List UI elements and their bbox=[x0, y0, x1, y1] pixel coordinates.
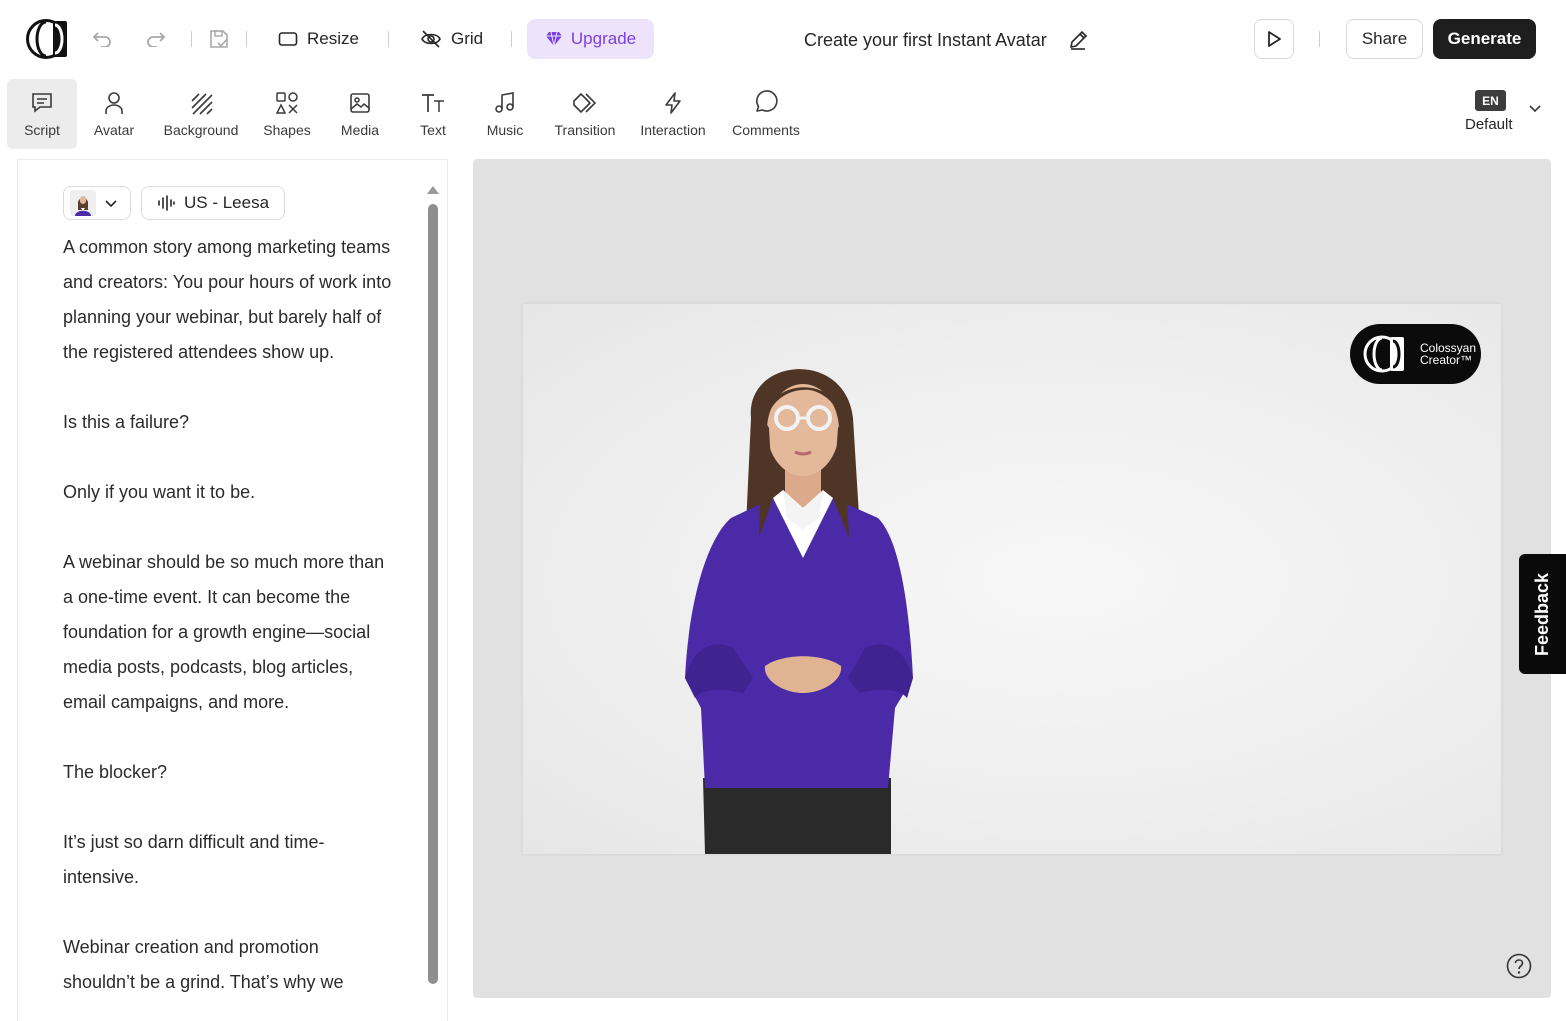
tool-script[interactable]: Script bbox=[7, 79, 77, 149]
script-text-editor[interactable]: A common story among marketing teams and… bbox=[63, 230, 393, 1021]
script-scrollbar[interactable] bbox=[425, 186, 439, 1021]
chevron-down-icon bbox=[104, 198, 118, 208]
lightning-icon bbox=[660, 90, 686, 116]
tool-label: Transition bbox=[554, 122, 616, 138]
brand-line: Creator™ bbox=[1420, 353, 1473, 367]
tool-comments[interactable]: Comments bbox=[728, 79, 804, 149]
watermark-text: Colossyan Creator™ bbox=[1420, 342, 1476, 366]
script-icon bbox=[29, 90, 55, 116]
avatar-thumbnail bbox=[70, 190, 96, 216]
toolbar-divider bbox=[246, 31, 247, 47]
resize-icon bbox=[278, 32, 298, 46]
top-bar: Resize Grid Upgrade Create your first In… bbox=[0, 0, 1566, 78]
generate-button[interactable]: Generate bbox=[1433, 19, 1536, 59]
toolbar-divider bbox=[511, 31, 512, 47]
tool-media[interactable]: Media bbox=[335, 79, 385, 149]
tool-label: Text bbox=[420, 122, 446, 138]
colossyan-creator-watermark: Colossyan Creator™ bbox=[1350, 324, 1481, 384]
text-icon bbox=[420, 90, 446, 116]
tool-label: Comments bbox=[732, 122, 800, 138]
avatar-presenter[interactable] bbox=[673, 348, 939, 854]
project-title: Create your first Instant Avatar bbox=[804, 29, 1047, 50]
grid-button[interactable]: Grid bbox=[414, 21, 489, 57]
script-paragraph: Only if you want it to be. bbox=[63, 482, 256, 502]
chevron-down-icon bbox=[1528, 103, 1542, 113]
script-paragraph: A webinar should be so much more than a … bbox=[63, 552, 385, 712]
tool-label: Music bbox=[486, 122, 524, 138]
script-paragraph: Is this a failure? bbox=[63, 412, 190, 432]
script-paragraph: A common story among marketing teams and… bbox=[63, 237, 392, 362]
grid-label: Grid bbox=[451, 29, 484, 48]
transition-icon bbox=[572, 90, 598, 116]
tool-avatar[interactable]: Avatar bbox=[84, 79, 144, 149]
upgrade-button[interactable]: Upgrade bbox=[527, 19, 654, 59]
music-icon bbox=[492, 90, 518, 116]
tool-shapes[interactable]: Shapes bbox=[258, 79, 316, 149]
waveform-icon bbox=[157, 195, 175, 211]
scrollbar-thumb[interactable] bbox=[428, 204, 438, 984]
script-paragraph: Webinar creation and promotion shouldn’t… bbox=[63, 937, 344, 992]
help-question-icon[interactable] bbox=[1506, 953, 1532, 979]
tool-transition[interactable]: Transition bbox=[548, 79, 622, 149]
script-paragraph: It’s just so darn difficult and time-int… bbox=[63, 832, 325, 887]
tool-label: Background bbox=[163, 122, 239, 138]
redo-icon[interactable] bbox=[143, 26, 169, 52]
script-panel: US - Leesa A common story among marketin… bbox=[17, 159, 448, 1021]
preview-play-button[interactable] bbox=[1254, 19, 1294, 59]
tool-label: Shapes bbox=[263, 122, 311, 138]
voice-label: US - Leesa bbox=[184, 193, 270, 212]
toolbar-divider bbox=[191, 31, 192, 47]
toolbar-divider bbox=[1319, 31, 1320, 47]
play-icon bbox=[1268, 31, 1281, 47]
colossyan-logo-icon bbox=[1363, 335, 1404, 373]
avatar-dropdown[interactable] bbox=[63, 186, 131, 220]
edit-pencil-icon[interactable] bbox=[1067, 29, 1089, 51]
tool-label: Interaction bbox=[640, 122, 706, 138]
tool-label: Avatar bbox=[93, 122, 135, 138]
language-label: Default bbox=[1465, 116, 1513, 133]
voice-selector[interactable]: US - Leesa bbox=[141, 186, 285, 220]
resize-button[interactable]: Resize bbox=[272, 21, 365, 57]
eye-off-icon bbox=[421, 30, 441, 48]
feedback-tab[interactable]: Feedback bbox=[1519, 554, 1566, 674]
resize-label: Resize bbox=[307, 29, 359, 48]
scroll-up-arrow-icon[interactable] bbox=[427, 186, 439, 194]
language-code-badge: EN bbox=[1475, 90, 1506, 111]
tool-text[interactable]: Text bbox=[410, 79, 456, 149]
shapes-icon bbox=[274, 90, 300, 116]
tool-music[interactable]: Music bbox=[480, 79, 530, 149]
media-icon bbox=[347, 90, 373, 116]
comments-icon bbox=[753, 90, 779, 116]
avatar-icon bbox=[101, 90, 127, 116]
slide-preview[interactable]: Colossyan Creator™ bbox=[523, 304, 1501, 854]
save-icon[interactable] bbox=[206, 26, 232, 52]
diamond-icon bbox=[545, 31, 562, 47]
tool-label: Script bbox=[24, 122, 60, 138]
video-canvas-area: Colossyan Creator™ bbox=[473, 159, 1551, 998]
undo-icon[interactable] bbox=[89, 26, 115, 52]
colossyan-logo-icon[interactable] bbox=[26, 19, 68, 59]
project-title-group: Create your first Instant Avatar bbox=[804, 27, 1089, 53]
feedback-label: Feedback bbox=[1532, 572, 1553, 656]
editor-tool-row: Script Avatar Background Shapes Media Te… bbox=[0, 78, 1566, 152]
script-paragraph: The blocker? bbox=[63, 762, 168, 782]
tool-label: Media bbox=[340, 122, 380, 138]
share-button[interactable]: Share bbox=[1346, 19, 1423, 59]
tool-background[interactable]: Background bbox=[158, 79, 244, 149]
toolbar-divider bbox=[388, 31, 389, 47]
language-selector[interactable]: EN Default bbox=[1462, 88, 1552, 138]
upgrade-label: Upgrade bbox=[570, 29, 637, 48]
background-icon bbox=[188, 90, 214, 116]
tool-interaction[interactable]: Interaction bbox=[636, 79, 710, 149]
